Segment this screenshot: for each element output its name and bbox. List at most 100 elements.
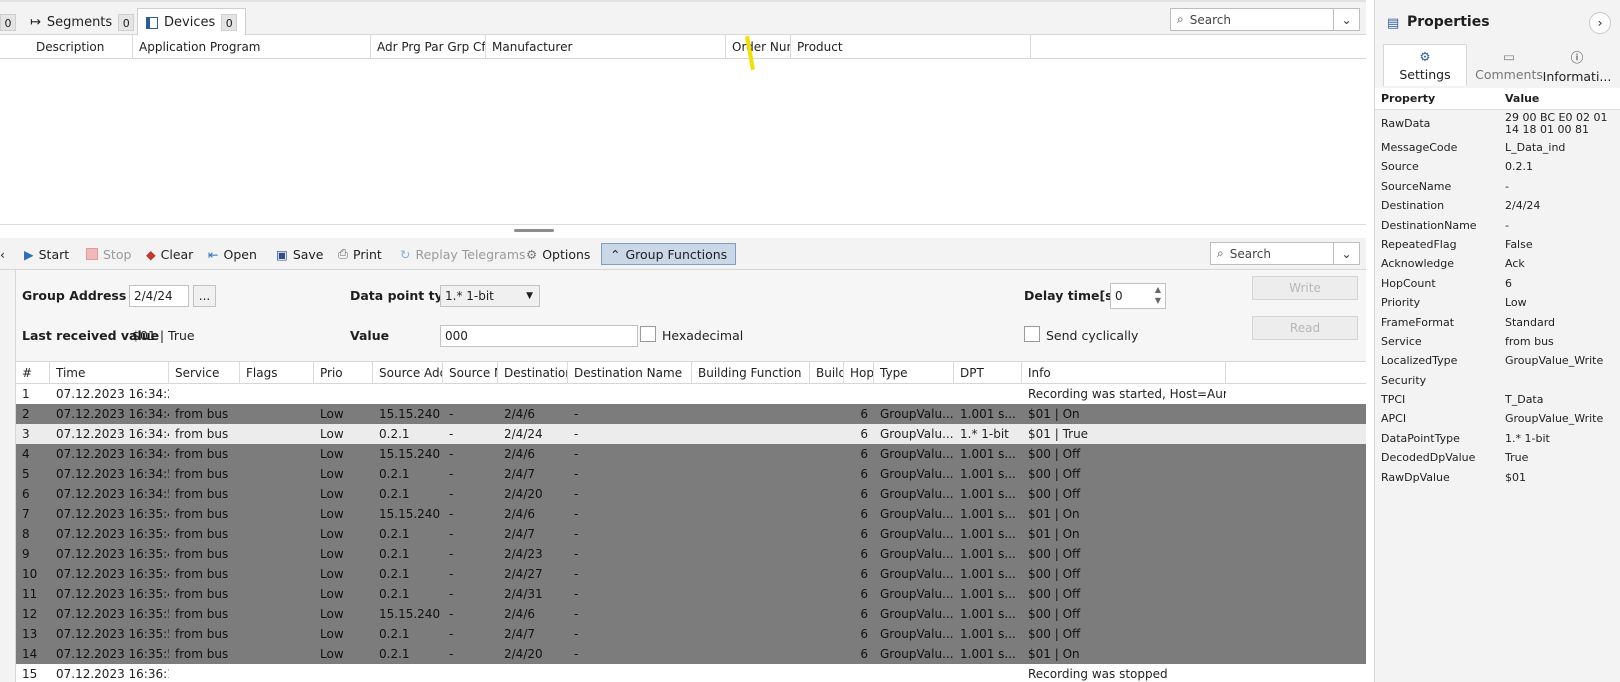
table-row[interactable]: 14 07.12.2023 16:35:5... from bus Low 0.2.1 -… [16,644,1366,664]
row-priority: Low [320,547,344,561]
row-source-address: 0.2.1 [379,487,410,501]
clear-button[interactable]: ◆ Clear [146,243,193,265]
row-time: 07.12.2023 16:35:4... [56,507,169,521]
browse-button[interactable]: ... [193,285,216,307]
property-row[interactable]: DataPointType 1.* 1-bit [1375,429,1620,448]
start-button[interactable]: ▶ Start [24,243,69,265]
property-row[interactable]: TPCI T_Data [1375,390,1620,409]
property-row[interactable]: FrameFormat Standard [1375,313,1620,332]
column-header-building-function[interactable]: Building Function [692,362,810,384]
chevron-right-icon[interactable]: › [1589,12,1611,34]
column-header-manufacturer[interactable]: Manufacturer [486,35,726,59]
send-cyclically-checkbox[interactable] [1024,326,1040,342]
write-button[interactable]: Write [1252,276,1358,300]
table-row[interactable]: 10 07.12.2023 16:35:4... from bus Low 0.2.1 -… [16,564,1366,584]
column-header-number[interactable]: # [16,362,50,384]
last-received-value: $01 | True [132,328,195,343]
tab-segments[interactable]: ↦ Segments 0 [30,8,135,36]
tab-previous-count[interactable]: 0 [0,8,16,36]
devices-search-box[interactable]: ⌕ Search ⌄ [1170,8,1360,31]
stop-button[interactable]: Stop [86,243,131,265]
table-row[interactable]: 7 07.12.2023 16:35:4... from bus Low 15.15.2… [16,504,1366,524]
table-row[interactable]: 5 07.12.2023 16:34:5... from bus Low 0.2.1 - 2… [16,464,1366,484]
print-button[interactable]: ⎙ Print [338,243,382,265]
row-source-name: - [449,547,454,561]
value-input[interactable]: 000 [440,325,638,347]
chevron-down-icon[interactable]: ⌄ [1333,243,1359,264]
table-row[interactable]: 6 07.12.2023 16:34:5... from bus Low 0.2.1 - 2… [16,484,1366,504]
table-row[interactable]: 9 07.12.2023 16:35:4... from bus Low 0.2.1 - 2… [16,544,1366,564]
row-destination [498,664,568,682]
group-address-input[interactable]: 2/4/24 [129,285,189,307]
pane-splitter[interactable] [0,224,1366,236]
property-row[interactable]: LocalizedType GroupValue_Write [1375,351,1620,370]
property-row[interactable]: Priority Low [1375,293,1620,312]
column-header-building[interactable]: Buildi [810,362,844,384]
column-header-flags[interactable]: Flags [240,362,314,384]
column-header-info[interactable]: Info [1022,362,1226,384]
search-field[interactable]: ⌕ Search [1171,12,1333,27]
spinner-arrows-icon[interactable]: ▲ ▼ [1155,284,1161,306]
tab-settings-label: Settings [1399,67,1451,82]
column-header-description[interactable]: Description [30,35,133,59]
group-functions-toggle[interactable]: ⌃ Group Functions [601,243,737,265]
column-header-order-number[interactable]: Order Num [726,35,791,59]
splitter-grip[interactable] [514,229,554,232]
column-header-type[interactable]: Type [874,362,954,384]
search-field[interactable]: ⌕ Search [1211,246,1333,261]
property-row[interactable]: Security [1375,371,1620,390]
column-header-source-address[interactable]: Source Add [373,362,443,384]
delay-spinner[interactable]: 0 ▲ ▼ [1110,283,1166,309]
save-button[interactable]: ▣ Save [276,243,324,265]
column-header-adr-prg-par-grp-cfg[interactable]: Adr Prg Par Grp Cfg [371,35,486,59]
replay-telegrams-button[interactable]: ↻ Replay Telegrams [400,243,526,265]
property-row[interactable]: SourceName - [1375,177,1620,196]
column-header-application-program[interactable]: Application Program [133,35,371,59]
hexadecimal-checkbox[interactable] [640,326,656,342]
property-row[interactable]: Source 0.2.1 [1375,157,1620,176]
table-row[interactable]: 1 07.12.2023 16:34:2... Recording was star… [16,384,1366,404]
property-row[interactable]: RepeatedFlag False [1375,235,1620,254]
column-header-prio[interactable]: Prio [314,362,373,384]
telegram-search-box[interactable]: ⌕ Search ⌄ [1210,242,1360,265]
column-header-source-name[interactable]: Source N [443,362,498,384]
table-row[interactable]: 12 07.12.2023 16:35:5... from bus Low 15.15.… [16,604,1366,624]
property-row[interactable]: Destination 2/4/24 [1375,196,1620,215]
property-row[interactable]: HopCount 6 [1375,274,1620,293]
column-header-dpt[interactable]: DPT [954,362,1022,384]
open-button[interactable]: ⇤ Open [208,243,257,265]
options-button[interactable]: ⚙ Options [526,243,590,265]
column-header-service[interactable]: Service [169,362,240,384]
table-row[interactable]: 11 07.12.2023 16:35:4... from bus Low 0.2.1 -… [16,584,1366,604]
tab-information[interactable]: ⓘ Informati... [1535,44,1619,86]
property-row[interactable]: Service from bus [1375,332,1620,351]
row-info: $01 | On [1028,527,1080,541]
chevron-down-icon[interactable]: ⌄ [1333,9,1359,30]
read-button[interactable]: Read [1252,316,1358,340]
table-row[interactable]: 3 07.12.2023 16:34:4... from bus Low 0.2.1 - 2… [16,424,1366,444]
property-row[interactable]: APCI GroupValue_Write [1375,409,1620,428]
row-hop-count: 6 [860,467,868,481]
property-row[interactable]: Acknowledge Ack [1375,254,1620,273]
tab-settings[interactable]: ⚙ Settings [1383,44,1467,86]
table-row[interactable]: 15 07.12.2023 16:36:1... Recording was sto… [16,664,1366,682]
tab-devices[interactable]: Devices 0 [137,8,247,36]
column-header-value[interactable]: Value [1505,88,1619,110]
column-header-destination[interactable]: Destination [498,362,568,384]
collapse-left-icon[interactable]: ‹ [0,243,5,265]
column-header-time[interactable]: Time [50,362,169,384]
property-row[interactable]: MessageCode L_Data_ind [1375,138,1620,157]
column-header-destination-name[interactable]: Destination Name [568,362,692,384]
column-header-product[interactable]: Product [791,35,1031,59]
table-row[interactable]: 13 07.12.2023 16:35:5... from bus Low 0.2.1 -… [16,624,1366,644]
property-row[interactable]: RawDpValue $01 [1375,468,1620,487]
table-row[interactable]: 8 07.12.2023 16:35:4... from bus Low 0.2.1 - 2… [16,524,1366,544]
column-header-property[interactable]: Property [1381,88,1435,110]
dpt-select[interactable]: 1.* 1-bit ▼ [440,285,540,307]
property-row[interactable]: DecodedDpValue True [1375,448,1620,467]
table-row[interactable]: 2 07.12.2023 16:34:4... from bus Low 15.15.2… [16,404,1366,424]
table-row[interactable]: 4 07.12.2023 16:34:4... from bus Low 15.15.2… [16,444,1366,464]
column-header-hop[interactable]: Hop [844,362,874,384]
property-row[interactable]: RawData 29 00 BC E0 02 01 14 18 01 00 81 [1375,110,1620,138]
property-row[interactable]: DestinationName - [1375,216,1620,235]
